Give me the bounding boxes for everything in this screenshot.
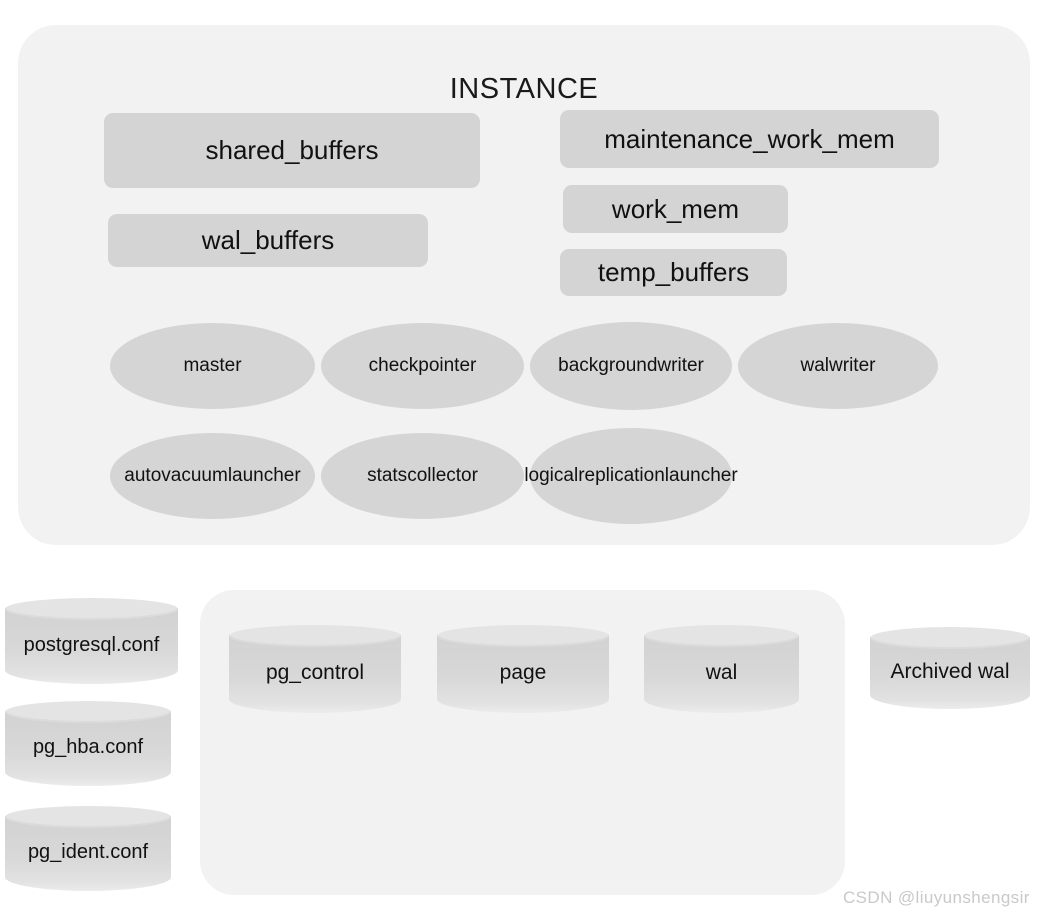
memory-box-temp-buffers: temp_buffers: [560, 249, 787, 296]
cylinder-label: pg_control: [265, 661, 365, 684]
memory-box-work-mem: work_mem: [563, 185, 788, 233]
watermark: CSDN @liuyunshengsir: [843, 888, 1030, 907]
cylinder-wal: wal: [644, 625, 799, 713]
page-title: INSTANCE: [449, 73, 599, 105]
process-ellipse-autovacuum-launcher: autovacuum launcher: [110, 433, 315, 519]
process-ellipse-checkpointer: checkpointer: [321, 323, 524, 409]
process-ellipse-stats-collector: stats collector: [321, 433, 524, 519]
process-ellipse-background-writer: background writer: [530, 322, 732, 410]
cylinder-pg-ident-conf: pg_ident.conf: [5, 806, 171, 891]
cylinder-label: postgresql.conf: [23, 633, 160, 656]
cylinder-pg-hba-conf: pg_hba.conf: [5, 701, 171, 786]
cylinder-postgresql-conf: postgresql.conf: [5, 598, 178, 684]
process-ellipse-logical-replication-launcher: logical replication launcher: [524, 428, 738, 524]
cylinder-label: pg_ident.conf: [27, 841, 149, 863]
memory-box-shared-buffers: shared_buffers: [104, 113, 480, 188]
cylinder-archived-wal: Archived wal: [870, 627, 1030, 709]
memory-box-maintenance-work-mem: maintenance_work_mem: [560, 110, 939, 168]
process-ellipse-master: master: [110, 323, 315, 409]
memory-box-wal-buffers: wal_buffers: [108, 214, 428, 267]
cylinder-label: wal: [705, 661, 738, 684]
cylinder-label: Archived wal: [890, 660, 1010, 683]
process-ellipse-walwriter: walwriter: [738, 323, 938, 409]
cylinder-label: page: [499, 661, 547, 684]
cylinder-label: pg_hba.conf: [32, 736, 144, 758]
cylinder-page: page: [437, 625, 609, 713]
cylinder-pg-control: pg_control: [229, 625, 401, 713]
diagram-canvas: INSTANCE shared_buffers wal_buffers main…: [0, 0, 1054, 918]
